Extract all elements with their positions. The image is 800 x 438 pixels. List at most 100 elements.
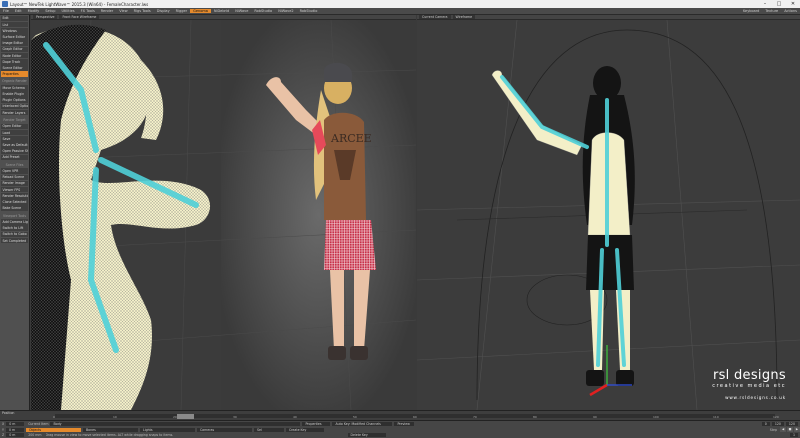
timeline-tick-label: 20 <box>173 415 177 419</box>
menu-item[interactable]: Rigger <box>173 9 190 13</box>
sidebar-item[interactable]: Render Layers <box>1 109 28 116</box>
menu-right-item[interactable]: Actions <box>781 9 800 13</box>
timeline-tick-label: 70 <box>473 415 477 419</box>
timeline[interactable]: Position 0 10 20 30 40 50 60 70 80 90 100 110 120 <box>0 410 800 420</box>
timeline-cursor[interactable] <box>177 414 194 419</box>
sidebar-item[interactable]: Render Resolution <box>1 193 28 199</box>
sidebar-item[interactable]: Switch to Lift <box>1 225 28 231</box>
lights-button[interactable]: Lights <box>139 427 195 432</box>
timeline-tick-label: 80 <box>533 415 537 419</box>
maximize-button[interactable]: □ <box>772 0 786 8</box>
sidebar-group-title: Viewport Tools <box>3 213 26 218</box>
step-field[interactable]: 1 <box>789 433 798 438</box>
left-view-type-select[interactable]: Perspective <box>33 15 58 19</box>
sidebar-item[interactable]: Open Passive Shell <box>1 148 28 154</box>
sidebar-item[interactable]: Save as Default <box>1 142 28 148</box>
menu-item[interactable]: Modify <box>25 9 43 13</box>
sidebar-item[interactable]: Open Editor <box>1 123 28 130</box>
sidebar-item[interactable]: Open VPR <box>1 168 28 174</box>
preview-button[interactable]: Preview <box>394 422 415 427</box>
sidebar-item[interactable]: Graph Editor <box>1 46 28 53</box>
bottom-control-panel: X 0 m Current Item Body Properties Auto … <box>0 420 800 438</box>
frame-end-field[interactable]: 120 <box>771 422 784 427</box>
sidebar-item[interactable]: Dope Track <box>1 58 28 65</box>
sidebar-item[interactable]: Move Schema <box>1 85 28 91</box>
sidebar-item[interactable]: Set Completed <box>1 237 28 244</box>
menu-bar: File Edit Modify Setup Utilities FX Tools Rend… <box>0 8 800 15</box>
play-back-button[interactable]: ◀ <box>780 427 786 433</box>
sidebar-item[interactable]: Render Image <box>1 180 28 187</box>
stop-button[interactable]: ■ <box>787 427 793 433</box>
sidebar-item[interactable]: Reload Scene <box>1 174 28 181</box>
menu-item[interactable]: View <box>116 9 130 13</box>
sidebar-group-title: Organic Render <box>2 79 27 84</box>
delete-key-button[interactable]: Delete Key <box>347 433 386 438</box>
left-render-mode-select[interactable]: Front Face Wireframe <box>59 15 100 19</box>
sidebar-item[interactable]: Edit <box>1 15 28 22</box>
auto-key-select[interactable]: Auto Key: Modified Channels <box>332 422 393 427</box>
sidebar-item[interactable]: Viewer FPS <box>1 186 28 193</box>
right-view-type-select[interactable]: Current Camera <box>419 15 451 19</box>
sidebar-item[interactable]: Switch to Gobo <box>1 231 28 238</box>
sidebar-item[interactable]: Scene Editor <box>1 65 28 71</box>
menu-item[interactable]: Render <box>98 9 116 13</box>
sidebar-item[interactable]: Add Camera Light <box>1 219 28 225</box>
right-render-mode-select[interactable]: Wireframe <box>452 15 476 19</box>
close-button[interactable]: ✕ <box>786 0 800 8</box>
timeline-tick-label: 120 <box>773 415 779 419</box>
frame-preview-end-field[interactable]: 120 <box>785 422 798 427</box>
sidebar-item[interactable]: Load <box>1 129 28 136</box>
menu-item[interactable]: NiWave <box>232 9 251 13</box>
sidebar-item[interactable]: Clone Selected <box>1 199 28 205</box>
x-position-field[interactable]: 0 m <box>6 422 25 427</box>
menu-right-item[interactable]: Keyboard <box>740 9 762 13</box>
right-viewport[interactable] <box>417 20 800 410</box>
menu-item[interactable]: RobStudio <box>251 9 275 13</box>
menu-item[interactable]: Rigs Tools <box>131 9 154 13</box>
bones-button[interactable]: Bones <box>82 427 138 432</box>
menu-item[interactable]: Utilities <box>58 9 77 13</box>
menu-item[interactable]: NiWave2 <box>275 9 296 13</box>
menu-item[interactable]: RobStudio <box>297 9 321 13</box>
sidebar-item[interactable]: Image Editor <box>1 40 28 46</box>
frame-start-field[interactable]: 0 <box>761 422 770 427</box>
play-forward-button[interactable]: ▶ <box>794 427 800 433</box>
sidebar-item[interactable]: List <box>1 21 28 28</box>
current-item-label: Current Item <box>28 422 49 427</box>
sidebar-group-title: Scene Files <box>5 162 24 167</box>
sidebar-item[interactable]: Add Preset <box>1 154 28 161</box>
menu-item[interactable]: Display <box>154 9 173 13</box>
status-message: Drag mouse in view to move selected item… <box>45 433 174 438</box>
timeline-tick-label: 10 <box>113 415 117 419</box>
left-viewport[interactable]: ARCEE <box>31 20 416 410</box>
menu-item[interactable]: File <box>0 9 12 13</box>
menu-item[interactable]: Genoma <box>190 9 211 13</box>
sidebar-item[interactable]: Enable Plugin <box>1 91 28 97</box>
menu-right-item[interactable]: Texture <box>762 9 781 13</box>
sidebar-item[interactable]: Plugin Options <box>1 97 28 104</box>
window-title: Layout™ NewTek LightWave™ 2015.3 (Win64)… <box>10 1 149 7</box>
cameras-button[interactable]: Cameras <box>196 427 252 432</box>
sidebar-item[interactable]: Save <box>1 135 28 142</box>
timeline-tick-label: 50 <box>353 415 357 419</box>
current-item-select[interactable]: Body <box>50 422 301 427</box>
sidebar-item[interactable]: Node Editor <box>1 52 28 59</box>
minimize-button[interactable]: – <box>758 0 772 8</box>
sidebar-item[interactable]: Windows <box>1 27 28 34</box>
sel-button[interactable]: Sel <box>253 427 284 432</box>
properties-button[interactable]: Properties <box>302 422 331 427</box>
objects-button[interactable]: Objects <box>25 427 81 432</box>
menu-item[interactable]: Setup <box>42 9 58 13</box>
y-position-field[interactable]: 0 m <box>5 427 24 432</box>
timeline-tick-label: 100 <box>653 415 659 419</box>
sidebar-item[interactable]: Bake Scene <box>1 205 28 212</box>
z-position-field[interactable]: 0 m <box>6 433 25 438</box>
menu-item[interactable]: Edit <box>12 9 25 13</box>
lightwave-logo-icon <box>2 1 8 7</box>
sidebar-item[interactable]: Interlaced Options <box>1 103 28 110</box>
menu-item[interactable]: FX Tools <box>78 9 98 13</box>
create-key-button[interactable]: Create Key <box>285 427 324 432</box>
menu-item[interactable]: NiDebrid <box>211 9 232 13</box>
sidebar-item[interactable]: Surface Editor <box>1 34 28 40</box>
sidebar-item[interactable]: Properties <box>1 71 28 77</box>
